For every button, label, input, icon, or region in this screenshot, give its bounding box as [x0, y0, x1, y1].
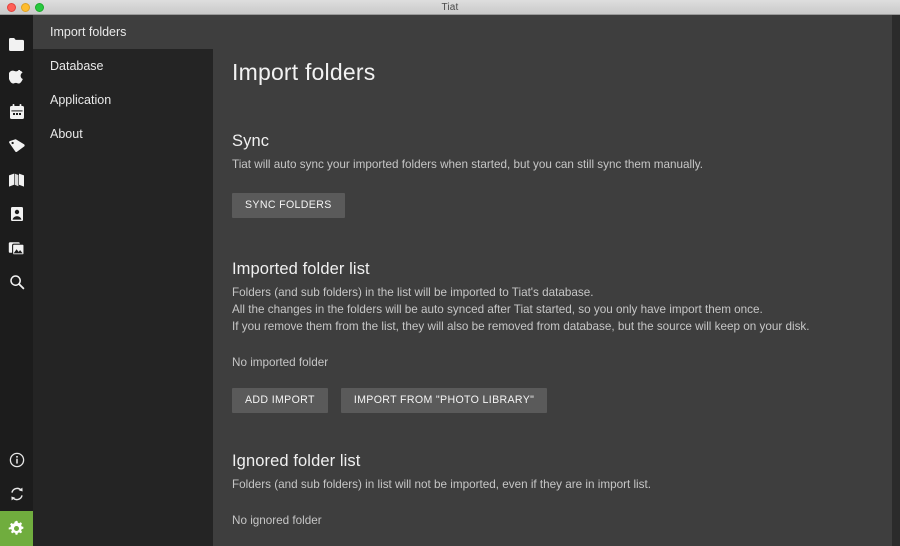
tag-icon — [8, 138, 25, 154]
sidebar-item-label: About — [50, 127, 83, 141]
window-titlebar: Tiat — [0, 0, 900, 15]
sidebar-item-application[interactable]: Application — [33, 83, 213, 117]
rail-item-calendar[interactable] — [0, 95, 33, 129]
sync-folders-button[interactable]: SYNC FOLDERS — [232, 192, 345, 219]
imported-button-row: ADD IMPORT IMPORT FROM "PHOTO LIBRARY" — [232, 387, 892, 414]
portrait-icon — [10, 206, 24, 222]
app-window: Tiat Import folders Database Application… — [0, 0, 900, 546]
map-icon — [8, 172, 25, 188]
rail-item-search[interactable] — [0, 265, 33, 299]
rail-item-sync[interactable] — [0, 477, 33, 511]
section-sync: Sync Tiat will auto sync your imported f… — [232, 132, 892, 219]
icon-rail-bottom — [0, 443, 33, 546]
section-imported-folder-list: Imported folder list Folders (and sub fo… — [232, 260, 892, 414]
import-from-photo-library-button[interactable]: IMPORT FROM "PHOTO LIBRARY" — [340, 387, 548, 414]
imported-description-line-1: Folders (and sub folders) in the list wi… — [232, 286, 594, 300]
icon-rail — [0, 15, 33, 546]
rail-item-map[interactable] — [0, 163, 33, 197]
sidebar-item-label: Database — [50, 59, 104, 73]
icon-rail-top — [0, 15, 33, 299]
rail-item-tag[interactable] — [0, 129, 33, 163]
rail-item-folder[interactable] — [0, 27, 33, 61]
section-ignored-folder-list: Ignored folder list Folders (and sub fol… — [232, 452, 892, 546]
rail-item-settings[interactable] — [0, 511, 33, 546]
info-icon — [9, 452, 25, 468]
imported-heading: Imported folder list — [232, 260, 370, 279]
sidebar-item-import-folders[interactable]: Import folders — [33, 15, 213, 49]
ignored-empty-text: No ignored folder — [232, 514, 322, 528]
sidebar-item-label: Application — [50, 93, 112, 107]
sync-button-row: SYNC FOLDERS — [232, 192, 892, 219]
folder-icon — [8, 37, 25, 52]
window-title: Tiat — [441, 1, 459, 13]
apple-icon — [9, 69, 24, 87]
sync-icon — [9, 486, 25, 502]
sync-heading: Sync — [232, 132, 270, 150]
sidebar-item-label: Import folders — [50, 25, 127, 39]
page-title: Import folders — [232, 59, 376, 85]
settings-content: Import folders Sync Tiat will auto sync … — [213, 15, 892, 546]
rail-item-info[interactable] — [0, 443, 33, 477]
sidebar-item-database[interactable]: Database — [33, 49, 213, 83]
content-scrollbar[interactable] — [892, 15, 900, 546]
sidebar-item-about[interactable]: About — [33, 117, 213, 151]
calendar-icon — [9, 104, 25, 120]
sync-description: Tiat will auto sync your imported folder… — [232, 158, 703, 171]
rail-item-photos[interactable] — [0, 231, 33, 265]
photos-stack-icon — [8, 240, 25, 256]
imported-description-line-2: All the changes in the folders will be a… — [232, 303, 763, 317]
rail-item-apple[interactable] — [0, 61, 33, 95]
search-icon — [9, 274, 25, 290]
add-import-button[interactable]: ADD IMPORT — [232, 387, 328, 414]
settings-sidebar: Import folders Database Application Abou… — [33, 15, 213, 546]
rail-item-portrait[interactable] — [0, 197, 33, 231]
imported-description-line-3: If you remove them from the list, they w… — [232, 319, 810, 333]
gear-icon — [8, 520, 25, 537]
ignored-heading: Ignored folder list — [232, 452, 361, 471]
imported-empty-text: No imported folder — [232, 355, 329, 369]
ignored-description: Folders (and sub folders) in list will n… — [232, 478, 651, 492]
